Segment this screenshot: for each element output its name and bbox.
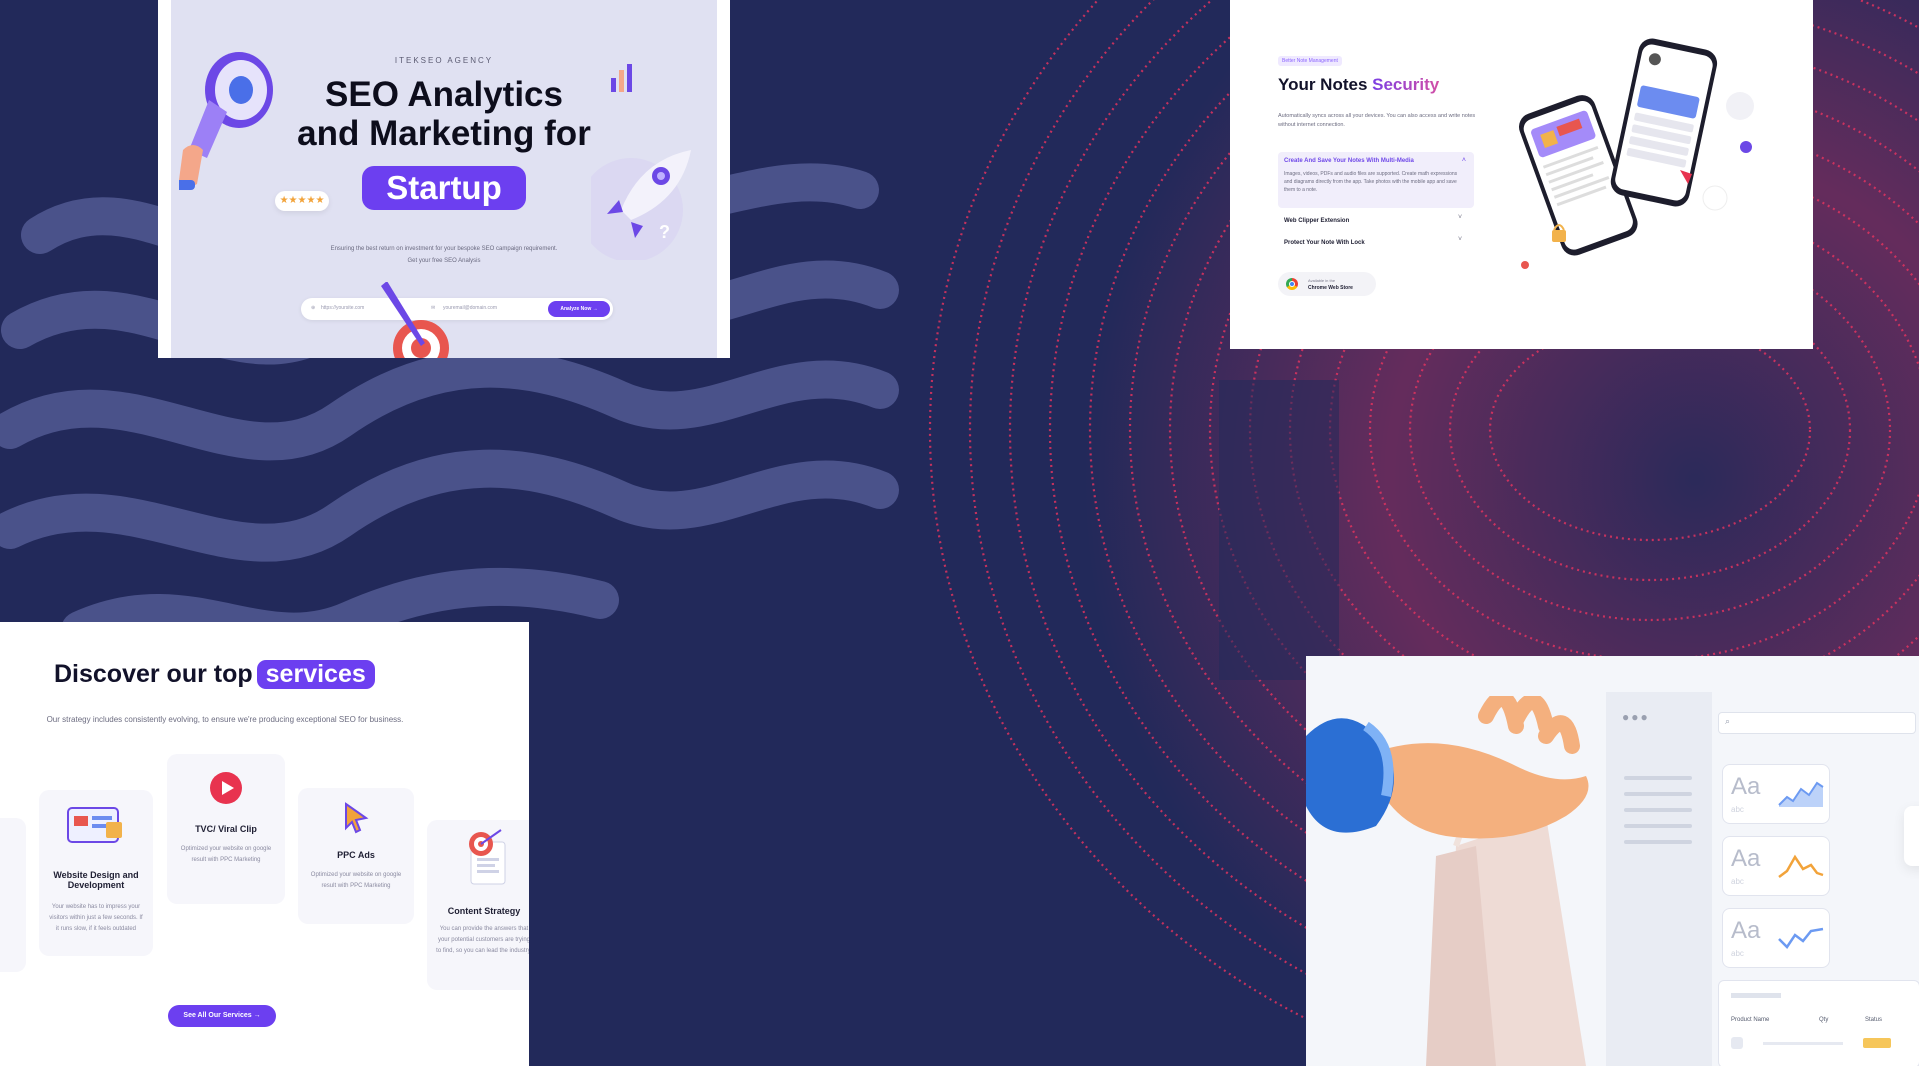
notes-security-card: Better Note Management Your Notes Securi… (1230, 0, 1813, 349)
web-design-icon (67, 807, 122, 843)
product-table: Product Name Qty Status (1718, 980, 1919, 1066)
table-row-line (1763, 1042, 1843, 1045)
service-card-ppc[interactable]: PPC Ads Optimized your website on google… (298, 788, 414, 924)
hero-subtext-1: Ensuring the best return on investment f… (330, 246, 558, 252)
rocket-illustration: ? (591, 150, 691, 260)
accordion-item-lock[interactable]: Protect Your Note With Lock (1284, 240, 1365, 246)
service-name: PPC Ads (337, 850, 375, 860)
service-name: TVC/ Viral Clip (195, 824, 257, 834)
table-row-thumb (1731, 1037, 1743, 1049)
accordion-item-expanded[interactable]: Create And Save Your Notes With Multi-Me… (1278, 152, 1474, 208)
services-description: Our strategy includes consistently evolv… (46, 715, 404, 724)
sidebar-line (1624, 824, 1692, 828)
dashboard-card: ●●● ⌕ Aa abc Aa abc Aa abc Product Name … (1306, 656, 1919, 1066)
service-desc: Optimized your website on google result … (310, 872, 402, 889)
chevron-down-icon[interactable]: ˅ (1458, 214, 1462, 221)
notes-title-accent: Security (1372, 75, 1440, 94)
font-sample: Aa (1731, 917, 1761, 944)
font-sample-sub: abc (1731, 877, 1744, 886)
font-card[interactable]: Aa abc (1722, 908, 1830, 968)
store-small-label: Available in the (1308, 278, 1336, 283)
notes-description: Automatically syncs across all your devi… (1278, 113, 1476, 128)
accordion-title: Create And Save Your Notes With Multi-Me… (1284, 158, 1414, 164)
phones-illustration (1518, 38, 1754, 269)
sidebar-line (1624, 840, 1692, 844)
target-illustration (381, 282, 449, 358)
hero-subtext-2: Get your free SEO Analysis (407, 258, 481, 264)
seo-hero-card: ITEKSEO AGENCY SEO Analytics and Marketi… (158, 0, 730, 358)
chrome-store-badge[interactable]: Available in the Chrome Web Store (1278, 272, 1376, 296)
table-caption-bar (1731, 993, 1781, 998)
target-doc-icon (469, 829, 506, 885)
services-title-text: Discover our top (54, 660, 253, 688)
sidebar-line (1624, 808, 1692, 812)
font-sample: Aa (1731, 773, 1761, 800)
url-input[interactable]: https://yoursite.com (321, 305, 364, 311)
store-name-label: Chrome Web Store (1308, 285, 1353, 291)
sidebar-line (1624, 792, 1692, 796)
rating-badge: ★★★★★ (275, 191, 329, 211)
col-status: Status (1865, 1017, 1883, 1023)
search-icon: ⌕ (1725, 716, 1731, 726)
col-qty: Qty (1819, 1017, 1829, 1023)
sparkline-orange (1778, 854, 1824, 878)
font-card[interactable]: Aa abc (1722, 764, 1830, 824)
font-sample-sub: abc (1731, 805, 1744, 814)
font-sample-sub: abc (1731, 949, 1744, 958)
window-dots-icon: ●●● (1622, 710, 1650, 724)
sparkline-blue (1778, 927, 1824, 949)
svg-text:?: ? (659, 222, 670, 242)
notes-tag: Better Note Management (1278, 56, 1342, 66)
font-sample: Aa (1731, 845, 1761, 872)
services-title-highlight: services (256, 660, 375, 689)
col-product: Product Name (1731, 1017, 1770, 1023)
service-card-web-design[interactable]: Website Design and Development Your webs… (39, 790, 153, 956)
notes-title-text: Your Notes (1278, 75, 1373, 94)
hand-with-bag-illustration (1306, 696, 1589, 1066)
status-badge (1863, 1038, 1891, 1048)
chevron-down-icon[interactable]: ˅ (1458, 236, 1462, 243)
service-card-viral-clip[interactable]: TVC/ Viral Clip Optimized your website o… (167, 754, 285, 904)
services-title: Discover our top services (54, 660, 375, 689)
cursor-icon (345, 802, 369, 834)
dashboard-search-input[interactable]: ⌕ (1718, 712, 1916, 734)
font-card[interactable]: Aa abc (1722, 836, 1830, 896)
hero-highlight-pill: Startup (362, 166, 526, 210)
chart-icon (611, 64, 632, 92)
service-desc: Optimized your website on google result … (180, 846, 272, 863)
chrome-icon (1286, 278, 1298, 290)
sidebar-line (1624, 776, 1692, 780)
play-icon (210, 772, 242, 804)
dashboard-sidebar: ●●● (1606, 692, 1712, 1066)
sparkline-blue (1778, 781, 1824, 807)
service-name: Content Strategy (447, 906, 521, 916)
floating-card-partial (1904, 806, 1919, 866)
chevron-up-icon: ˄ (1461, 157, 1466, 164)
see-all-services-button[interactable]: See All Our Services → (168, 1005, 276, 1027)
services-card: Discover our top services Our strategy in… (0, 622, 529, 1066)
globe-icon: ⊕ (311, 305, 316, 311)
seo-hero-panel: ITEKSEO AGENCY SEO Analytics and Marketi… (171, 0, 717, 358)
service-desc: You can provide the answers that your po… (436, 926, 529, 954)
service-card-partial[interactable] (0, 818, 26, 972)
service-desc: Your website has to impress your visitor… (49, 904, 143, 932)
accordion-item-web-clipper[interactable]: Web Clipper Extension (1284, 218, 1349, 224)
accordion-body: Images, videos, PDFs and audio files are… (1284, 171, 1458, 193)
notes-title: Your Notes Security (1278, 75, 1439, 95)
service-name: Website Design and Development (53, 870, 139, 890)
analyze-button[interactable]: Analyze Now → (548, 301, 610, 317)
service-card-content-strategy[interactable]: Content Strategy You can provide the ans… (427, 820, 529, 990)
